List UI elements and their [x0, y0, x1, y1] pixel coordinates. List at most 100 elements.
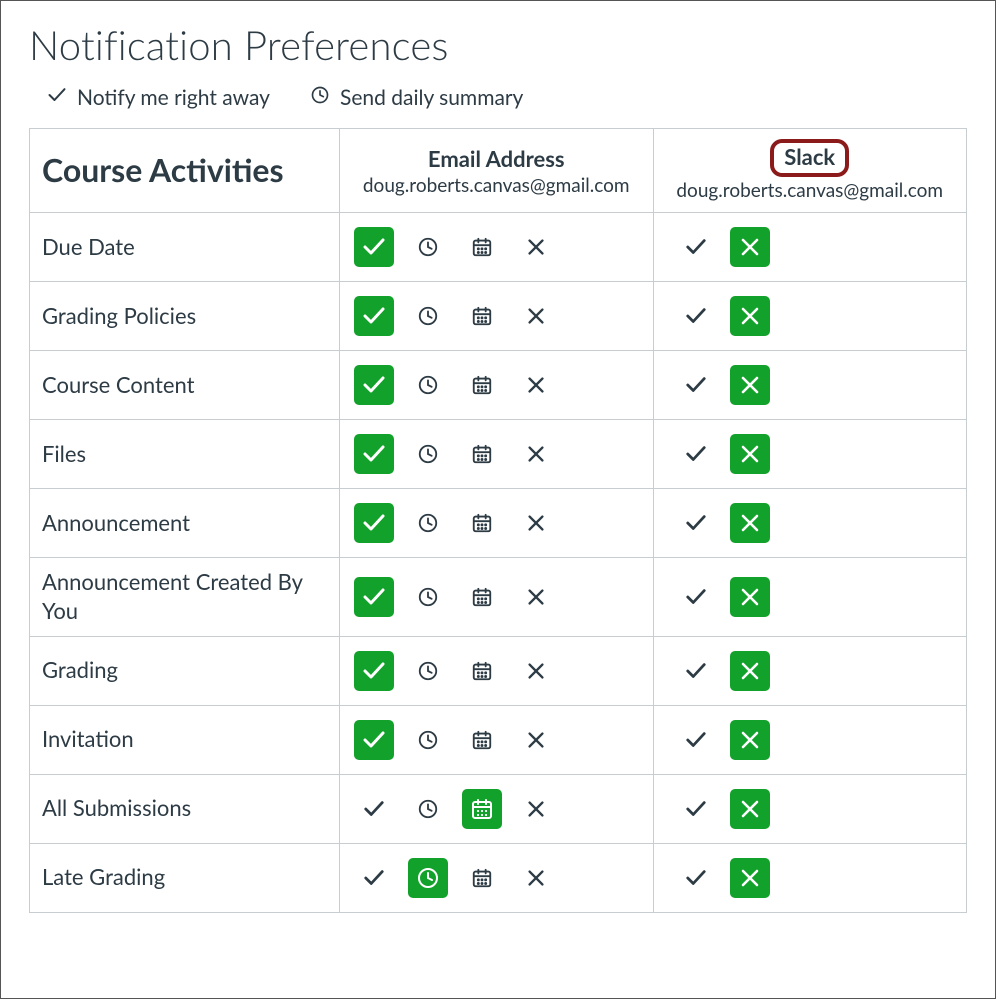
- check-icon: [685, 660, 707, 682]
- option-never[interactable]: [730, 227, 770, 267]
- option-weekly[interactable]: [462, 651, 502, 691]
- option-never[interactable]: [516, 858, 556, 898]
- pref-cell: [340, 558, 654, 636]
- pref-cell: [340, 282, 654, 351]
- option-immediate[interactable]: [354, 720, 394, 760]
- option-never[interactable]: [730, 651, 770, 691]
- activity-row: Due Date: [30, 213, 967, 282]
- pref-cell: [340, 489, 654, 558]
- pref-cell: [653, 636, 967, 705]
- option-daily[interactable]: [408, 296, 448, 336]
- check-icon: [685, 867, 707, 889]
- option-never[interactable]: [730, 296, 770, 336]
- pref-cell: [340, 705, 654, 774]
- option-never[interactable]: [730, 434, 770, 474]
- option-weekly[interactable]: [462, 720, 502, 760]
- option-weekly[interactable]: [462, 434, 502, 474]
- option-immediate[interactable]: [676, 789, 716, 829]
- calendar-icon: [470, 797, 494, 821]
- option-never[interactable]: [516, 720, 556, 760]
- pref-cell: [653, 351, 967, 420]
- option-immediate[interactable]: [354, 651, 394, 691]
- pref-cell: [340, 213, 654, 282]
- option-never[interactable]: [516, 227, 556, 267]
- activity-row: Files: [30, 420, 967, 489]
- option-weekly[interactable]: [462, 227, 502, 267]
- calendar-icon: [471, 443, 493, 465]
- preferences-table: Course Activities Email Address doug.rob…: [29, 128, 967, 913]
- pref-cell: [653, 282, 967, 351]
- option-weekly[interactable]: [462, 789, 502, 829]
- option-immediate[interactable]: [354, 503, 394, 543]
- option-weekly[interactable]: [462, 503, 502, 543]
- option-daily[interactable]: [408, 789, 448, 829]
- option-immediate[interactable]: [354, 434, 394, 474]
- option-weekly[interactable]: [462, 296, 502, 336]
- option-immediate[interactable]: [354, 296, 394, 336]
- option-immediate[interactable]: [676, 577, 716, 617]
- channel-header-slack: Slack doug.roberts.canvas@gmail.com: [653, 129, 967, 213]
- option-immediate[interactable]: [676, 227, 716, 267]
- option-never[interactable]: [516, 503, 556, 543]
- check-icon: [685, 512, 707, 534]
- option-never[interactable]: [730, 858, 770, 898]
- option-immediate[interactable]: [676, 296, 716, 336]
- option-immediate[interactable]: [676, 434, 716, 474]
- option-immediate[interactable]: [676, 503, 716, 543]
- option-never[interactable]: [730, 503, 770, 543]
- option-daily[interactable]: [408, 720, 448, 760]
- option-never[interactable]: [730, 789, 770, 829]
- channel-name: Email Address: [428, 145, 565, 172]
- option-weekly[interactable]: [462, 365, 502, 405]
- check-icon: [362, 585, 386, 609]
- close-icon: [525, 660, 547, 682]
- option-immediate[interactable]: [676, 365, 716, 405]
- option-daily[interactable]: [408, 651, 448, 691]
- calendar-icon: [471, 660, 493, 682]
- option-immediate[interactable]: [676, 858, 716, 898]
- option-daily[interactable]: [408, 858, 448, 898]
- option-weekly[interactable]: [462, 858, 502, 898]
- option-never[interactable]: [730, 577, 770, 617]
- activity-row: Late Grading: [30, 843, 967, 912]
- option-never[interactable]: [516, 296, 556, 336]
- option-never[interactable]: [730, 720, 770, 760]
- calendar-icon: [471, 236, 493, 258]
- option-never[interactable]: [516, 789, 556, 829]
- calendar-icon: [471, 305, 493, 327]
- close-icon: [738, 866, 762, 890]
- pref-cell: [340, 351, 654, 420]
- check-icon: [685, 236, 707, 258]
- activity-row: Grading: [30, 636, 967, 705]
- option-immediate[interactable]: [354, 227, 394, 267]
- clock-icon: [417, 236, 439, 258]
- option-immediate[interactable]: [354, 577, 394, 617]
- option-never[interactable]: [516, 365, 556, 405]
- calendar-icon: [471, 729, 493, 751]
- option-never[interactable]: [516, 577, 556, 617]
- legend-daily-label: Send daily summary: [340, 85, 523, 110]
- check-icon: [685, 729, 707, 751]
- option-immediate[interactable]: [354, 789, 394, 829]
- option-daily[interactable]: [408, 503, 448, 543]
- option-never[interactable]: [516, 651, 556, 691]
- activity-name: Announcement: [30, 489, 340, 558]
- option-daily[interactable]: [408, 434, 448, 474]
- option-never[interactable]: [516, 434, 556, 474]
- option-immediate[interactable]: [676, 720, 716, 760]
- clock-icon: [417, 443, 439, 465]
- option-daily[interactable]: [408, 577, 448, 617]
- option-never[interactable]: [730, 365, 770, 405]
- activity-row: Announcement: [30, 489, 967, 558]
- option-daily[interactable]: [408, 365, 448, 405]
- option-immediate[interactable]: [354, 858, 394, 898]
- calendar-icon: [471, 374, 493, 396]
- close-icon: [738, 797, 762, 821]
- option-daily[interactable]: [408, 227, 448, 267]
- option-immediate[interactable]: [354, 365, 394, 405]
- activity-name: Grading: [30, 636, 340, 705]
- clock-icon: [417, 660, 439, 682]
- activity-name: Due Date: [30, 213, 340, 282]
- option-immediate[interactable]: [676, 651, 716, 691]
- option-weekly[interactable]: [462, 577, 502, 617]
